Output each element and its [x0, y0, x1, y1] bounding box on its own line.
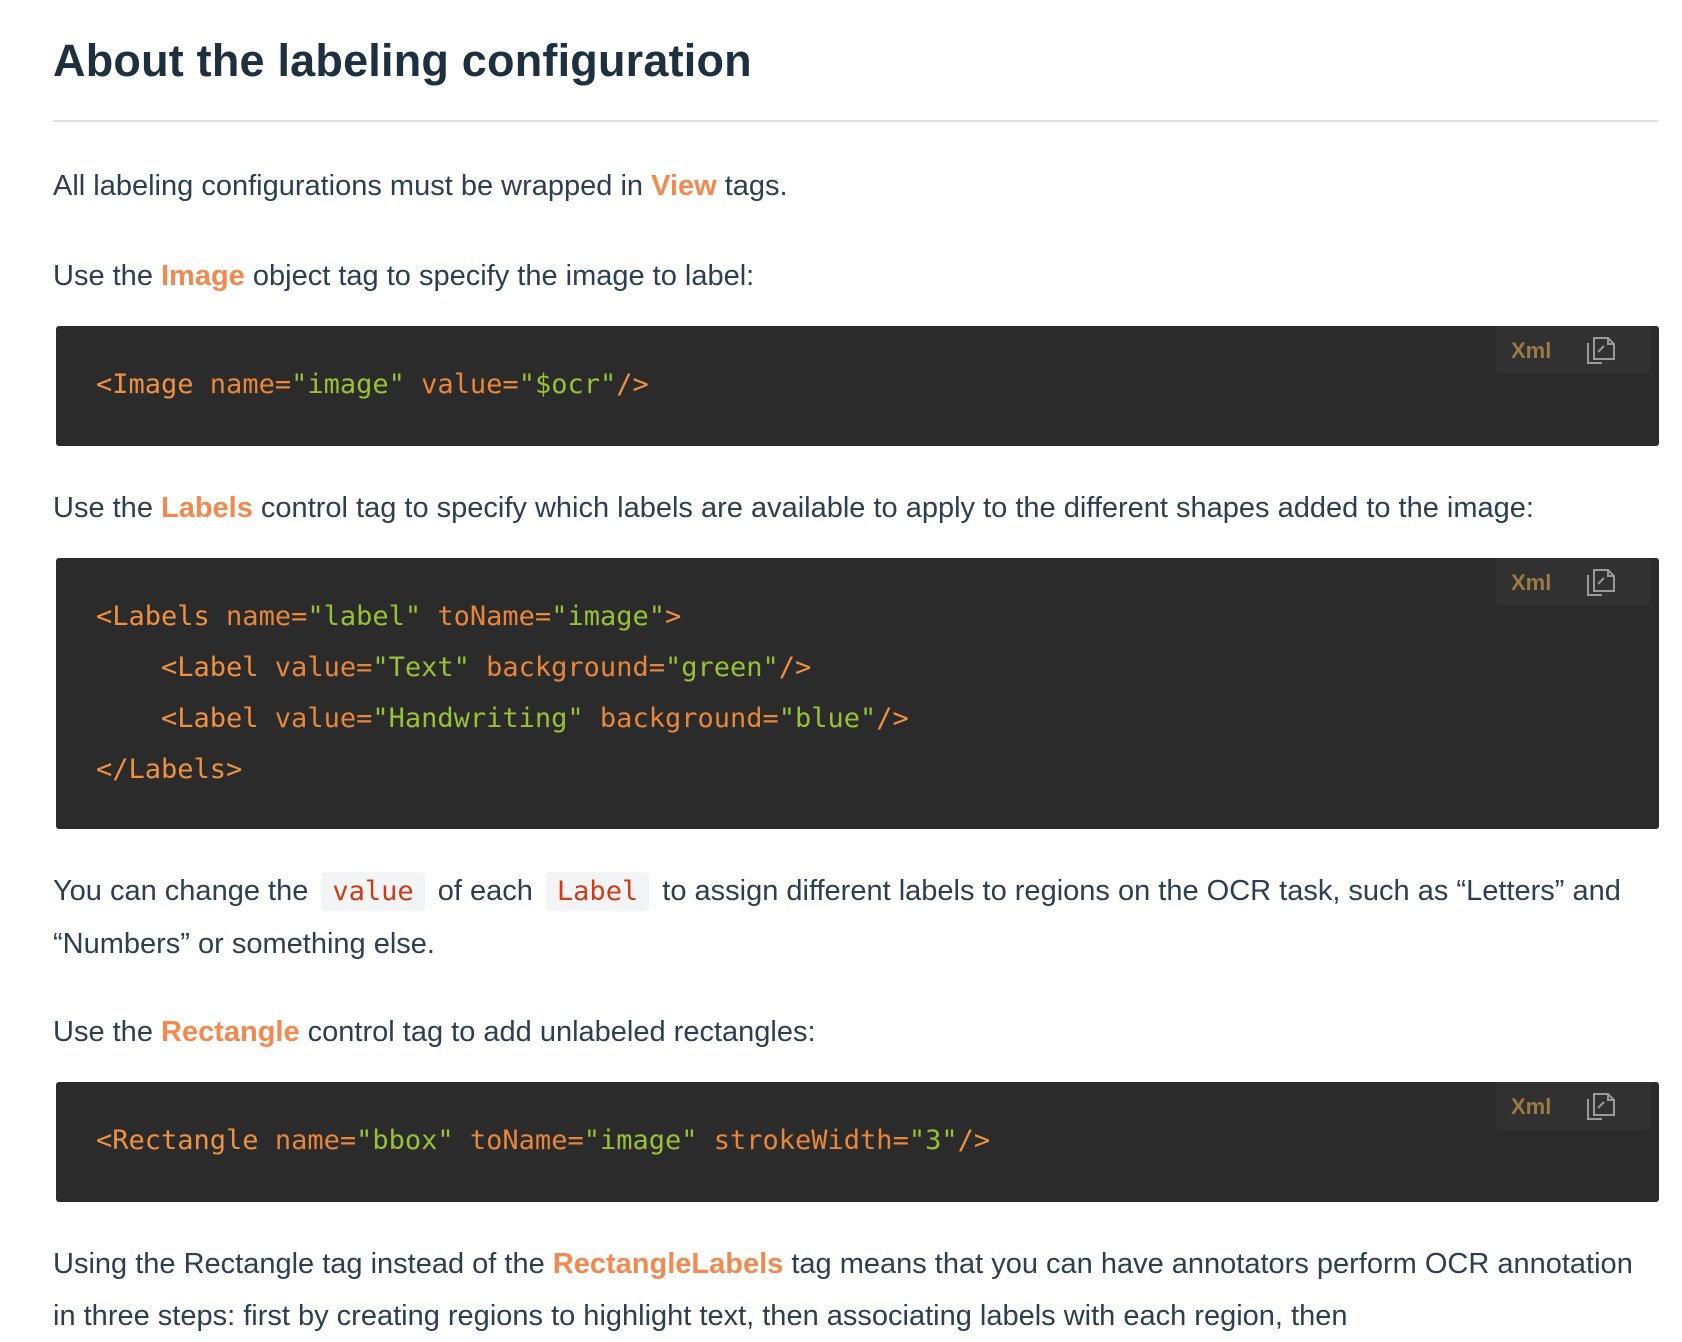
code-toolbar: Xml — [1496, 326, 1651, 374]
paragraph-view: All labeling configurations must be wrap… — [53, 160, 1658, 212]
code-string: "$ocr" — [518, 369, 617, 400]
page-title: About the labeling configuration — [53, 35, 752, 86]
text: tags. — [716, 170, 788, 202]
paragraph-labels: Use the Labels control tag to specify wh… — [53, 482, 1658, 534]
code-block-rectangle: Xml <Rectangle name="bbox" toName="image… — [56, 1082, 1659, 1202]
code-language-label: Xml — [1511, 338, 1552, 363]
code-string: "blue" — [778, 703, 877, 734]
code-tag: <Rectangle — [96, 1125, 259, 1156]
code-attr: background= — [469, 652, 665, 683]
paragraph-label-values: You can change the value of each Label t… — [53, 865, 1658, 970]
paragraph-image: Use the Image object tag to specify the … — [53, 250, 1658, 302]
code-attr: name= — [258, 1125, 357, 1156]
code-tag: <Label — [161, 652, 259, 683]
code-tag: </Labels> — [96, 754, 243, 785]
text: Use the — [53, 260, 161, 292]
code-block-image: Xml <Image name="image" value="$ocr"/> — [56, 326, 1659, 446]
inline-code-value: value — [321, 872, 425, 911]
code-tag: <Labels — [96, 601, 210, 632]
code-block-labels: Xml <Labels name="label" toName="image">… — [56, 558, 1659, 829]
link-image-tag[interactable]: Image — [161, 260, 245, 292]
text: Using the Rectangle tag instead of the — [53, 1248, 553, 1280]
code-attr: name= — [209, 601, 308, 632]
copy-icon-svg — [1587, 569, 1615, 596]
code-tag: /> — [778, 652, 812, 683]
paragraph-rectangle: Use the Rectangle control tag to add unl… — [53, 1006, 1658, 1058]
code-string: "image" — [583, 1125, 698, 1156]
text: Use the — [53, 492, 161, 524]
code-string: "Handwriting" — [372, 703, 584, 734]
code-string: "Text" — [372, 652, 470, 683]
code-line: <Image name="image" value="$ocr"/> — [96, 369, 649, 400]
code-string: "label" — [307, 601, 422, 632]
code-string: "green" — [664, 652, 779, 683]
code-tag: /> — [957, 1125, 991, 1156]
code-string: "bbox" — [356, 1125, 454, 1156]
copy-icon-svg — [1587, 337, 1615, 364]
text: Use the — [53, 1016, 161, 1048]
code-attr: value= — [258, 652, 373, 683]
copy-icon[interactable] — [1584, 335, 1618, 367]
title-divider — [53, 120, 1658, 122]
code-attr: toName= — [453, 1125, 584, 1156]
code-language-label: Xml — [1511, 570, 1552, 595]
code-content: <Rectangle name="bbox" toName="image" st… — [96, 1115, 1619, 1166]
code-string: "image" — [551, 601, 665, 632]
code-toolbar: Xml — [1496, 558, 1651, 606]
text: control tag to add unlabeled rectangles: — [299, 1016, 816, 1048]
code-string: "image" — [291, 369, 405, 400]
code-toolbar: Xml — [1496, 1082, 1651, 1130]
paragraph-rectangle-labels: Using the Rectangle tag instead of the R… — [53, 1238, 1658, 1342]
code-attr: toName= — [421, 601, 552, 632]
code-line: <Label value="Handwriting" background="b… — [96, 703, 909, 734]
code-line: </Labels> — [96, 754, 242, 785]
code-tag: <Image — [96, 369, 194, 400]
code-attr: strokeWidth= — [697, 1125, 909, 1156]
text: control tag to specify which labels are … — [252, 492, 1534, 524]
code-tag: <Label — [161, 703, 259, 734]
text: You can change the — [53, 875, 317, 907]
code-line: <Label value="Text" background="green"/> — [96, 652, 811, 683]
docs-page: About the labeling configuration All lab… — [0, 0, 1682, 1342]
copy-icon[interactable] — [1584, 567, 1618, 599]
link-view-tag[interactable]: View — [651, 170, 717, 202]
text: All labeling configurations must be wrap… — [53, 170, 652, 202]
link-rectanglelabels-tag[interactable]: RectangleLabels — [553, 1248, 783, 1280]
link-labels-tag[interactable]: Labels — [161, 492, 253, 524]
link-rectangle-tag[interactable]: Rectangle — [161, 1016, 300, 1048]
code-tag: > — [664, 601, 682, 632]
code-attr: value= — [404, 369, 519, 400]
inline-code-label: Label — [545, 872, 650, 911]
text: of each — [429, 875, 541, 907]
code-content: <Image name="image" value="$ocr"/> — [96, 359, 1619, 410]
code-language-label: Xml — [1511, 1094, 1552, 1119]
code-tag: /> — [616, 369, 649, 400]
code-line: <Labels name="label" toName="image"> — [96, 601, 681, 632]
copy-icon[interactable] — [1584, 1091, 1618, 1123]
code-string: "3" — [908, 1125, 958, 1156]
code-attr: background= — [583, 703, 779, 734]
code-content: <Labels name="label" toName="image"> <La… — [96, 591, 1619, 795]
copy-icon-svg — [1587, 1093, 1615, 1120]
content-area: About the labeling configuration All lab… — [53, 30, 1659, 1342]
code-attr: name= — [193, 369, 292, 400]
code-line: <Rectangle name="bbox" toName="image" st… — [96, 1125, 990, 1156]
text: object tag to specify the image to label… — [244, 260, 755, 292]
code-tag: /> — [876, 703, 909, 734]
code-attr: value= — [258, 703, 373, 734]
